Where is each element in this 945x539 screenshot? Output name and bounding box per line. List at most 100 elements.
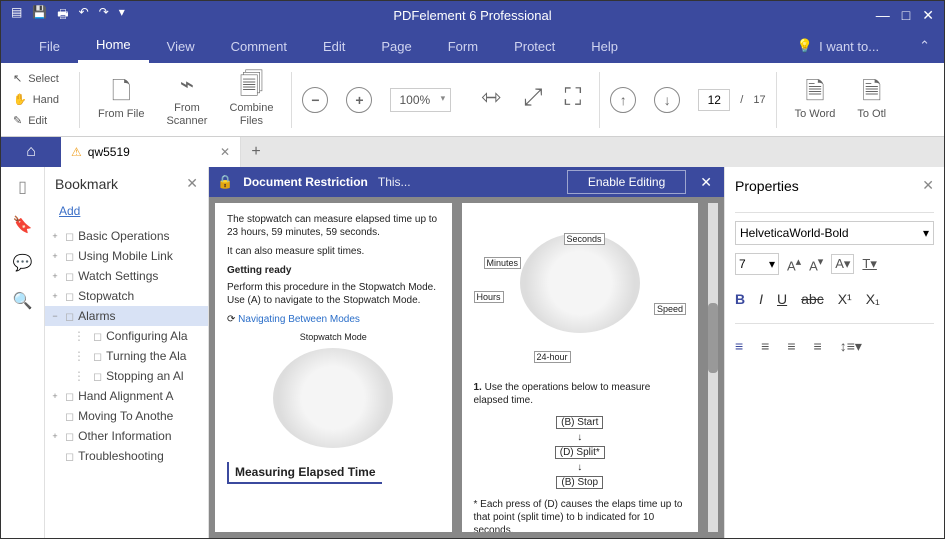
scrollbar-thumb[interactable] (708, 303, 718, 373)
menu-page[interactable]: Page (363, 29, 429, 63)
maximize-button[interactable]: □ (902, 7, 910, 24)
to-other-button[interactable]: 🗎To Otl (849, 76, 894, 124)
bookmark-node[interactable]: ⋮◻Configuring Ala (45, 326, 208, 346)
qat-dropdown-icon[interactable]: ▾ (119, 5, 125, 26)
bookmark-title: Bookmark (55, 176, 118, 192)
bookmark-node[interactable]: −◻Alarms (45, 306, 208, 326)
bulb-icon: 💡 (797, 38, 813, 54)
align-right-button[interactable]: ≡ (787, 338, 795, 355)
new-tab-button[interactable]: + (241, 137, 271, 167)
font-color-button[interactable]: T▾ (862, 256, 876, 272)
subscript-button[interactable]: X₁ (866, 291, 880, 307)
page-number-input[interactable] (698, 89, 730, 111)
bookmark-node[interactable]: ⋮◻Turning the Ala (45, 346, 208, 366)
from-scanner-button[interactable]: ⌁From Scanner (158, 69, 215, 130)
combine-label: Combine Files (229, 102, 273, 128)
minimize-button[interactable]: — (876, 7, 890, 24)
save-icon[interactable]: 💾 (32, 5, 47, 26)
properties-close-button[interactable]: ✕ (922, 177, 934, 194)
undo-icon[interactable]: ↶ (79, 5, 89, 26)
from-file-label: From File (98, 108, 144, 121)
diagram-label: Speed (654, 303, 686, 315)
edit-label: Edit (28, 115, 47, 127)
main-area: ▯ 🔖 💬 🔍 Bookmark ✕ Add +◻Basic Operation… (1, 167, 944, 538)
bookmark-node[interactable]: +◻Other Information (45, 426, 208, 446)
bookmark-node[interactable]: ◻Troubleshooting (45, 446, 208, 466)
menu-protect[interactable]: Protect (496, 29, 573, 63)
bookmark-node[interactable]: +◻Basic Operations (45, 226, 208, 246)
tab-close-button[interactable]: ✕ (220, 145, 230, 159)
from-file-button[interactable]: 🗋From File (90, 76, 152, 124)
btn-label: (D) Split* (555, 446, 605, 459)
search-icon[interactable]: 🔍 (13, 291, 33, 311)
zoom-select[interactable]: 100% (390, 88, 451, 112)
qat-menu-icon[interactable]: ▤ (11, 5, 22, 26)
add-bookmark-link[interactable]: Add (45, 200, 208, 226)
strikethrough-button[interactable]: abc (801, 291, 824, 307)
fit-width-button[interactable]: ⇿ (473, 82, 509, 117)
i-want-label: I want to... (819, 39, 879, 54)
watch-diagram (520, 233, 640, 333)
thumbnails-icon[interactable]: ▯ (18, 177, 27, 197)
menu-edit[interactable]: Edit (305, 29, 363, 63)
bookmark-node[interactable]: ⋮◻Stopping an Al (45, 366, 208, 386)
redo-icon[interactable]: ↷ (99, 5, 109, 26)
bookmark-node[interactable]: +◻Watch Settings (45, 266, 208, 286)
prev-page-button[interactable]: ↑ (610, 87, 636, 113)
next-page-button[interactable]: ↓ (654, 87, 680, 113)
doc-link[interactable]: Navigating Between Modes (238, 314, 360, 325)
bookmark-icon[interactable]: 🔖 (13, 215, 33, 235)
align-center-button[interactable]: ≡ (761, 338, 769, 355)
comments-icon[interactable]: 💬 (13, 253, 33, 273)
enable-editing-button[interactable]: Enable Editing (567, 170, 686, 194)
decrease-font-button[interactable]: A▾ (809, 255, 823, 273)
menu-help[interactable]: Help (573, 29, 636, 63)
bookmark-node[interactable]: +◻Using Mobile Link (45, 246, 208, 266)
fit-page-icon: ⤢ (523, 84, 542, 113)
doc-caption: Stopwatch Mode (227, 332, 440, 344)
align-left-button[interactable]: ≡ (735, 338, 743, 355)
menu-view[interactable]: View (149, 29, 213, 63)
btn-label: (B) Stop (556, 476, 603, 489)
highlight-color-button[interactable]: A▾ (831, 254, 854, 274)
font-size-select[interactable]: 7▾ (735, 253, 779, 275)
menu-comment[interactable]: Comment (213, 29, 305, 63)
align-justify-button[interactable]: ≡ (814, 338, 822, 355)
to-word-button[interactable]: 🗎To Word (787, 76, 844, 124)
font-family-select[interactable]: HelveticaWorld-Bold▾ (735, 221, 934, 245)
menu-home[interactable]: Home (78, 29, 149, 63)
bold-button[interactable]: B (735, 291, 745, 307)
page-right: Seconds Minutes Hours Speed 24-hour 1. U… (462, 203, 699, 532)
menubar: File Home View Comment Edit Page Form Pr… (1, 29, 944, 63)
menu-form[interactable]: Form (430, 29, 496, 63)
bookmark-node[interactable]: +◻Hand Alignment A (45, 386, 208, 406)
zoom-out-button[interactable]: − (302, 87, 328, 113)
lock-icon: 🔒 (217, 174, 233, 190)
bookmark-node[interactable]: +◻Stopwatch (45, 286, 208, 306)
line-spacing-button[interactable]: ↕≡▾ (840, 338, 862, 355)
restriction-close-button[interactable]: ✕ (696, 174, 716, 191)
from-scanner-label: From Scanner (166, 102, 207, 128)
print-icon[interactable]: 🖶 (57, 5, 68, 26)
bookmark-close-button[interactable]: ✕ (186, 175, 198, 192)
select-tool[interactable]: ↖Select (9, 70, 63, 87)
vertical-scrollbar[interactable] (708, 203, 718, 532)
edit-tool[interactable]: ✎Edit (9, 112, 63, 129)
fit-page-button[interactable]: ⤢ (515, 82, 550, 117)
home-tab-button[interactable]: ⌂ (1, 137, 61, 167)
superscript-button[interactable]: X¹ (838, 291, 852, 307)
combine-files-button[interactable]: 🗐Combine Files (221, 69, 281, 130)
collapse-ribbon-icon[interactable]: ⌃ (919, 38, 944, 54)
actual-size-button[interactable]: ⛶ (556, 82, 589, 117)
zoom-in-button[interactable]: + (346, 87, 372, 113)
increase-font-button[interactable]: A▴ (787, 255, 801, 273)
italic-button[interactable]: I (759, 291, 763, 307)
document-tab[interactable]: ⚠ qw5519 ✕ (61, 137, 241, 167)
page-viewport[interactable]: The stopwatch can measure elapsed time u… (209, 197, 724, 538)
i-want-to[interactable]: 💡 I want to... (797, 38, 919, 54)
hand-tool[interactable]: ✋Hand (9, 91, 63, 108)
bookmark-node[interactable]: ◻Moving To Anothe (45, 406, 208, 426)
underline-button[interactable]: U (777, 291, 787, 307)
close-button[interactable]: ✕ (922, 7, 934, 24)
menu-file[interactable]: File (21, 29, 78, 63)
